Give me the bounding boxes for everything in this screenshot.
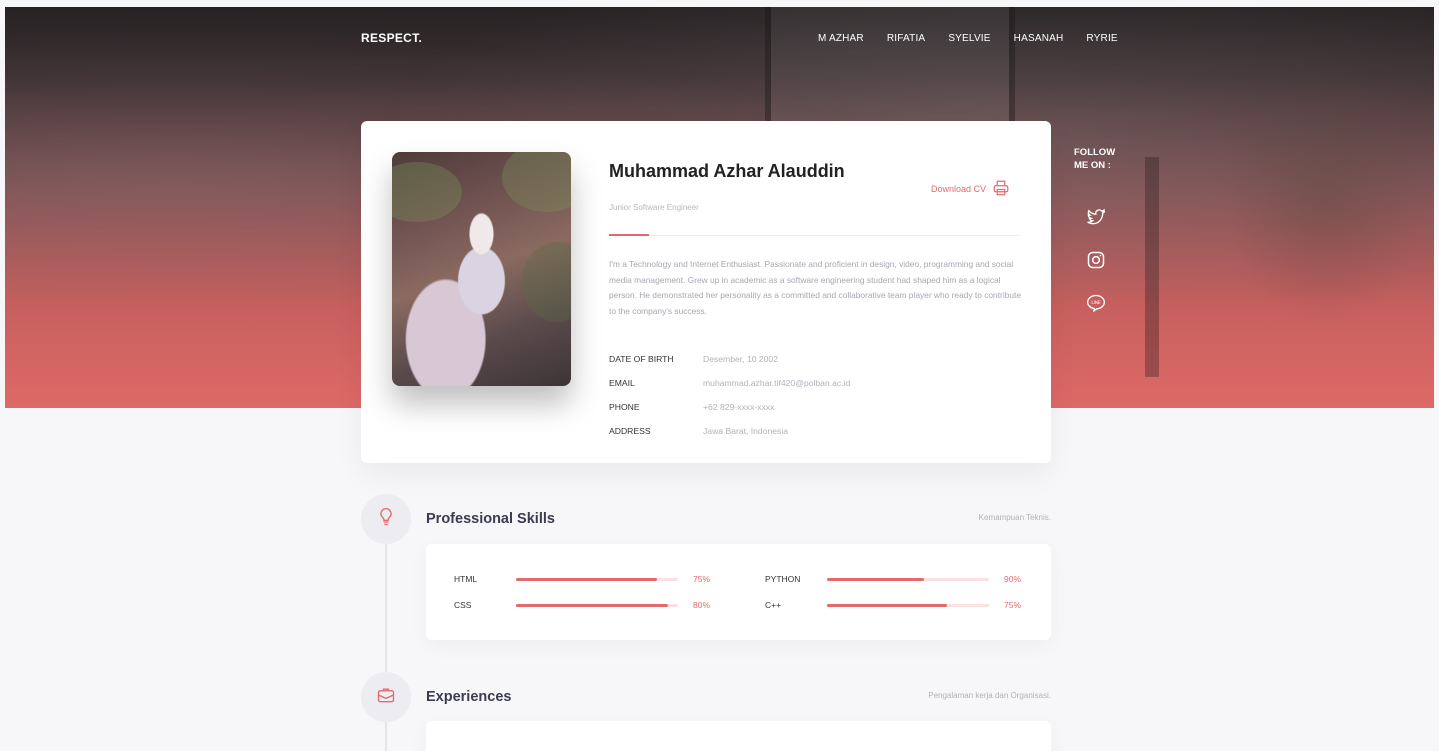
brand-logo[interactable]: RESPECT. [361,31,422,45]
twitter-icon[interactable] [1086,207,1110,231]
line-icon[interactable]: LINE [1086,293,1110,317]
skill-percent: 75% [693,574,711,584]
briefcase-icon [376,685,396,710]
skill-bar [827,603,989,607]
info-label: PHONE [609,402,640,412]
profile-name: Muhammad Azhar Alauddin [609,161,845,181]
download-cv-label: Download CV [931,184,987,194]
info-row: DATE OF BIRTH Desember, 10 2002 [609,347,850,371]
skill-bar-fill [516,577,657,581]
info-value: +62 829-xxxx-xxxx [703,402,775,412]
info-label: EMAIL [609,378,635,388]
skill-percent: 80% [693,600,711,610]
nav-link-syelvie[interactable]: SYELVIE [948,33,990,44]
info-label: ADDRESS [609,426,651,436]
experiences-card [426,721,1051,751]
header-divider [609,235,1020,236]
background-lamp [1145,157,1159,377]
skill-name: HTML [454,574,478,584]
info-value: muhammad.azhar.tif420@polban.ac.id [703,378,851,388]
skill-name: PYTHON [765,574,801,584]
background-monitor [765,7,1015,137]
info-row: PHONE +62 829-xxxx-xxxx [609,395,850,419]
skill-bar-fill [516,603,669,607]
skills-subtitle: Kemampuan Teknis. [978,513,1051,522]
nav-link-ryrie[interactable]: RYRIE [1086,33,1117,44]
profile-info-list: DATE OF BIRTH Desember, 10 2002 EMAIL mu… [609,347,850,443]
skill-bar-fill [827,603,947,607]
profile-card: Muhammad Azhar Alauddin Junior Software … [361,121,1051,463]
skill-item-html: HTML 75% [454,572,710,586]
skill-item-python: PYTHON 90% [765,572,1021,586]
skill-bar [827,577,989,581]
skill-percent: 90% [1004,574,1022,584]
skills-card: HTML 75% CSS 80% PYTHON 90% C++ 75% [426,544,1051,640]
skill-bar [516,603,678,607]
skills-title: Professional Skills [426,511,555,527]
profile-role: Junior Software Engineer [609,203,699,212]
nav-link-rifatia[interactable]: RIFATIA [887,33,925,44]
instagram-icon[interactable] [1086,250,1110,274]
skill-item-css: CSS 80% [454,598,710,612]
info-value: Jawa Barat, Indonesia [703,426,789,436]
skill-name: CSS [454,600,472,610]
skill-item-cpp: C++ 75% [765,598,1021,612]
printer-icon [992,179,1010,199]
profile-photo [392,152,571,386]
follow-label: FOLLOW ME ON : [1074,147,1116,171]
experiences-section-badge [361,672,411,722]
skill-bar-fill [827,577,925,581]
lightbulb-icon [376,507,396,532]
info-row: ADDRESS Jawa Barat, Indonesia [609,419,850,443]
photo-foliage [522,242,571,322]
background-plant [1225,67,1425,327]
photo-foliage [392,162,462,222]
info-row: EMAIL muhammad.azhar.tif420@polban.ac.id [609,371,850,395]
experiences-title: Experiences [426,689,512,705]
info-label: DATE OF BIRTH [609,354,674,364]
skill-bar [516,577,678,581]
svg-text:LINE: LINE [1091,300,1101,305]
photo-foliage [502,152,571,212]
download-cv-button[interactable]: Download CV [931,179,1010,199]
skill-percent: 75% [1004,600,1022,610]
header-divider-accent [609,234,649,236]
nav-link-hasanah[interactable]: HASANAH [1014,33,1064,44]
experiences-subtitle: Pengalaman kerja dan Organisasi. [928,691,1051,700]
nav-link-m-azhar[interactable]: M AZHAR [818,33,864,44]
top-nav: M AZHAR RIFATIA SYELVIE HASANAH RYRIE [818,33,1141,44]
profile-bio: I'm a Technology and Internet Enthusiast… [609,259,1021,316]
skill-name: C++ [765,600,782,610]
info-value: Desember, 10 2002 [703,354,779,364]
skills-section-badge [361,494,411,544]
